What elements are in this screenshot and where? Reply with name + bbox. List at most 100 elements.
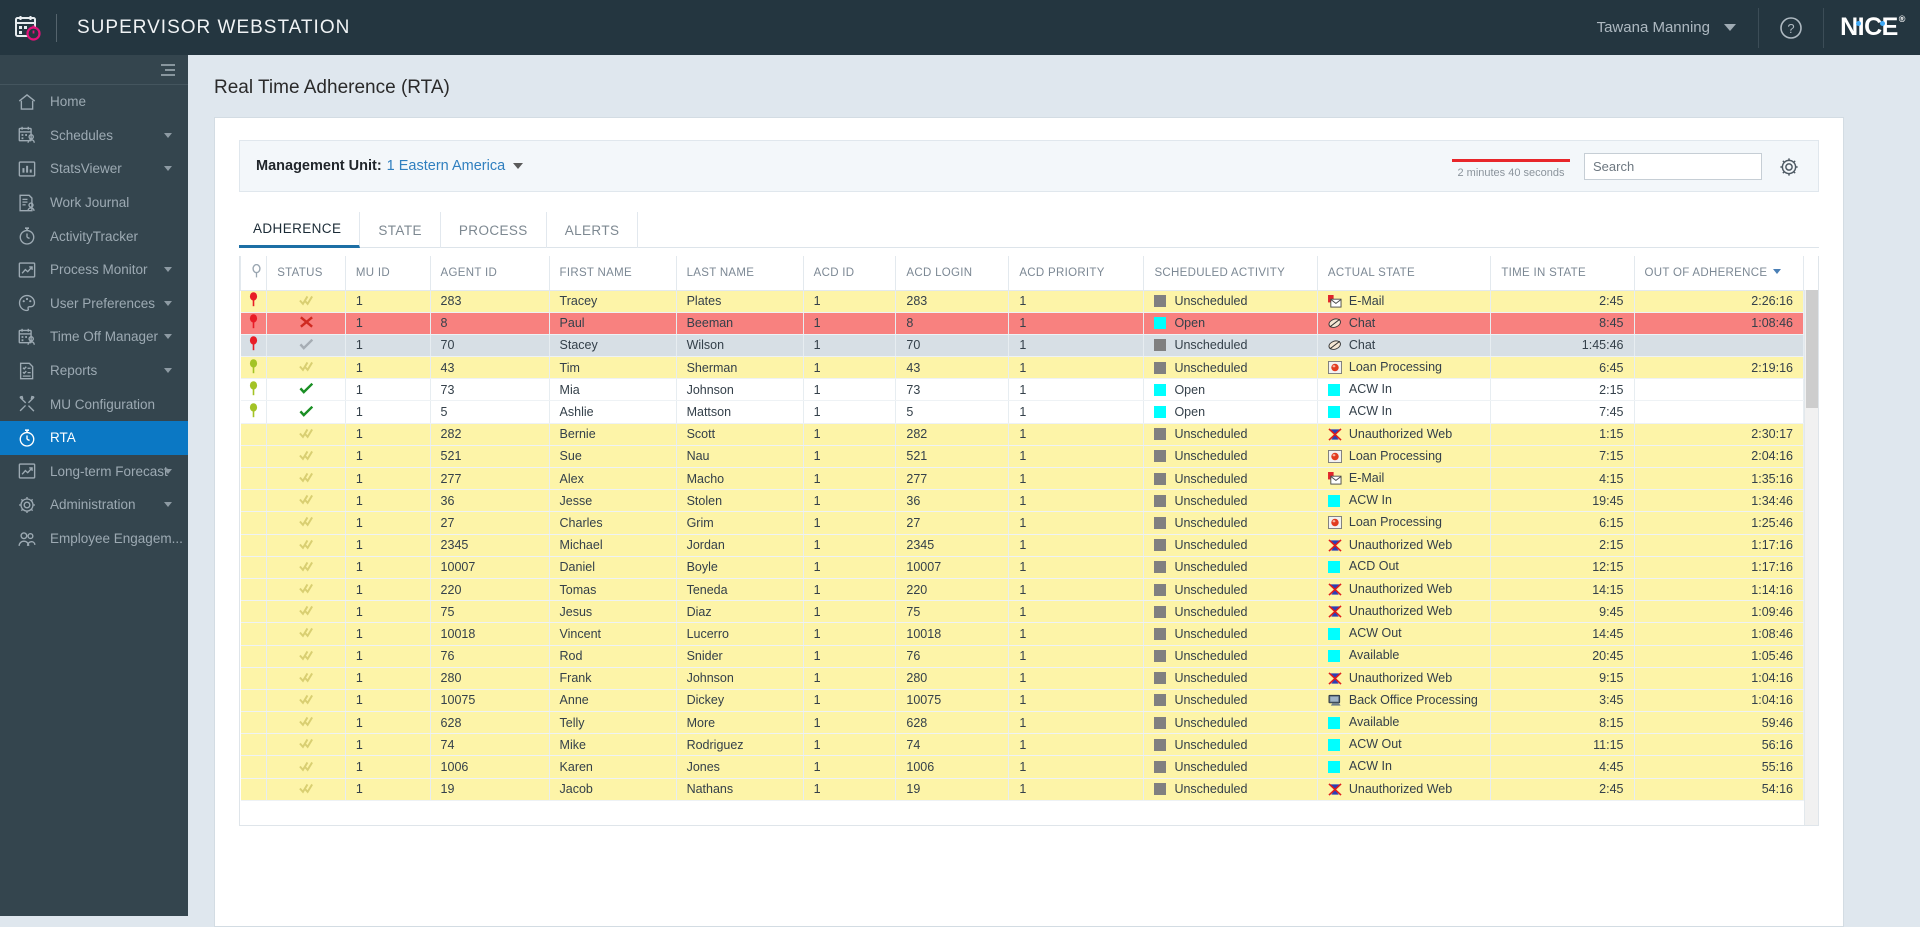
row-pin-cell[interactable] (240, 600, 268, 624)
management-unit-value[interactable]: 1 Eastern America (387, 158, 505, 174)
row-pin-cell[interactable] (240, 400, 268, 424)
caret-down-icon[interactable] (513, 163, 524, 169)
table-row[interactable]: 1 8 Paul Beeman 1 8 1 Open Chat 8:45 1:08:46 (240, 312, 1804, 335)
row-pin-cell[interactable] (240, 378, 268, 402)
sidebar-item-work-journal[interactable]: Work Journal (0, 186, 188, 220)
sidebar-item-employee-engagem[interactable]: Employee Engagem... (0, 522, 188, 556)
table-row[interactable]: 1 282 Bernie Scott 1 282 1 Unscheduled Unauthori… (240, 423, 1804, 446)
tab-adherence[interactable]: ADHERENCE (239, 212, 361, 248)
row-pin-cell[interactable] (240, 667, 268, 690)
chevron-down-icon[interactable] (164, 502, 172, 508)
sidebar-item-statsviewer[interactable]: StatsViewer (0, 152, 188, 186)
table-row[interactable]: 1 2345 Michael Jordan 1 2345 1 Unscheduled Unaut… (240, 534, 1804, 557)
column-header-time_in_state[interactable]: TIME IN STATE (1490, 256, 1635, 291)
settings-button[interactable] (1776, 154, 1802, 180)
chevron-down-icon[interactable] (164, 334, 172, 340)
table-row[interactable]: 1 74 Mike Rodriguez 1 74 1 Unscheduled ACW Out 11… (240, 733, 1804, 757)
user-menu[interactable]: Tawana Manning (1579, 0, 1758, 55)
sidebar-item-time-off-manager[interactable]: Time Off Manager (0, 320, 188, 354)
row-pin-cell[interactable] (240, 689, 268, 713)
tab-alerts[interactable]: ALERTS (547, 212, 639, 248)
row-pin-cell[interactable] (240, 356, 268, 380)
row-pin-cell[interactable] (240, 733, 268, 757)
column-header-acd_login[interactable]: ACD LOGIN (895, 256, 1010, 291)
search-input[interactable] (1584, 152, 1762, 180)
column-header-acd_id[interactable]: ACD ID (802, 256, 897, 291)
chevron-down-icon[interactable] (164, 300, 172, 306)
tab-state[interactable]: STATE (360, 212, 441, 248)
table-scrollbar-thumb[interactable] (1806, 290, 1818, 408)
sidebar-collapse-button[interactable] (0, 55, 188, 85)
row-pin-cell[interactable] (240, 645, 268, 668)
sidebar-item-activitytracker[interactable]: ActivityTracker (0, 219, 188, 253)
table-row[interactable]: 1 43 Tim Sherman 1 43 1 Unscheduled Loan Process… (240, 356, 1804, 380)
table-row[interactable]: 1 628 Telly More 1 628 1 Unscheduled Available 8:… (240, 711, 1804, 735)
column-header-mu_id[interactable]: MU ID (344, 256, 431, 291)
table-row[interactable]: 1 27 Charles Grim 1 27 1 Unscheduled Loan Proces… (240, 511, 1804, 535)
sidebar-item-administration[interactable]: Administration (0, 488, 188, 522)
row-pin-cell[interactable] (240, 778, 268, 801)
sidebar-item-long-term-forecast[interactable]: Long-term Forecast (0, 455, 188, 489)
row-pin-cell[interactable] (240, 312, 268, 335)
email-icon (1327, 294, 1342, 309)
column-header-pin[interactable] (240, 256, 268, 291)
scheduled-activity-swatch (1154, 406, 1167, 419)
table-row[interactable]: 1 76 Rod Snider 1 76 1 Unscheduled Available 20:4… (240, 645, 1804, 668)
column-header-actual_state[interactable]: ACTUAL STATE (1316, 256, 1492, 291)
chevron-down-icon[interactable] (164, 267, 172, 273)
row-pin-cell[interactable] (240, 467, 268, 491)
row-pin-cell[interactable] (240, 534, 268, 557)
sidebar-item-schedules[interactable]: Schedules (0, 119, 188, 153)
column-header-scheduled_activity[interactable]: SCHEDULED ACTIVITY (1143, 256, 1318, 291)
row-pin-cell[interactable] (240, 711, 268, 735)
row-pin-cell[interactable] (240, 334, 268, 358)
table-row[interactable]: 1 10018 Vincent Lucerro 1 10018 1 Unscheduled AC… (240, 622, 1804, 646)
row-pin-cell[interactable] (240, 622, 268, 646)
caret-down-icon[interactable] (1773, 268, 1782, 274)
chevron-down-icon[interactable] (164, 468, 172, 474)
chevron-down-icon[interactable] (164, 166, 172, 172)
sidebar-item-rta[interactable]: RTA (0, 420, 188, 455)
table-row[interactable]: 1 36 Jesse Stolen 1 36 1 Unscheduled ACW In 19:45… (240, 489, 1804, 513)
table-row[interactable]: 1 5 Ashlie Mattson 1 5 1 Open ACW In 7:45 (240, 400, 1804, 424)
table-row[interactable]: 1 10075 Anne Dickey 1 10075 1 Unscheduled Back O… (240, 689, 1804, 713)
chevron-down-icon[interactable] (164, 368, 172, 374)
row-pin-cell[interactable] (240, 755, 268, 779)
sidebar-item-reports[interactable]: Reports (0, 354, 188, 388)
sidebar-item-user-preferences[interactable]: User Preferences (0, 287, 188, 321)
column-header-agent_id[interactable]: AGENT ID (429, 256, 550, 291)
row-pin-cell[interactable] (240, 290, 268, 313)
sidebar-item-mu-configuration[interactable]: MU Configuration (0, 387, 188, 421)
sidebar-item-home[interactable]: Home (0, 85, 188, 119)
column-header-first_name[interactable]: FIRST NAME (548, 256, 677, 291)
help-button[interactable]: ? (1759, 0, 1823, 55)
column-header-out_of_adherence[interactable]: OUT OF ADHERENCE (1633, 256, 1804, 291)
row-pin-cell[interactable] (240, 578, 268, 602)
row-pin-cell[interactable] (240, 489, 268, 513)
table-row[interactable]: 1 283 Tracey Plates 1 283 1 Unscheduled E-Mail 2:… (240, 290, 1804, 313)
row-pin-cell[interactable] (240, 511, 268, 535)
table-row[interactable]: 1 277 Alex Macho 1 277 1 Unscheduled E-Mail 4:15 1… (240, 467, 1804, 491)
row-pin-cell[interactable] (240, 445, 268, 469)
table-row[interactable]: 1 10007 Daniel Boyle 1 10007 1 Unscheduled ACD O… (240, 556, 1804, 579)
table-row[interactable]: 1 73 Mia Johnson 1 73 1 Open ACW In 2:15 (240, 378, 1804, 402)
row-pin-cell[interactable] (240, 556, 268, 579)
actual-state-label: ACW In (1348, 492, 1392, 507)
table-row[interactable]: 1 521 Sue Nau 1 521 1 Unscheduled Loan Processin… (240, 445, 1804, 469)
sidebar-item-process-monitor[interactable]: Process Monitor (0, 253, 188, 287)
table-row[interactable]: 1 19 Jacob Nathans 1 19 1 Unscheduled Unauthoriz… (240, 778, 1804, 801)
actual-state-label: ACW In (1348, 404, 1392, 419)
status-ok-icon (299, 405, 314, 421)
table-row[interactable]: 1 1006 Karen Jones 1 1006 1 Unscheduled ACW In 4:… (240, 755, 1804, 779)
chevron-down-icon[interactable] (164, 132, 172, 138)
table-row[interactable]: 1 220 Tomas Teneda 1 220 1 Unscheduled Unauthori… (240, 578, 1804, 602)
table-vertical-scrollbar[interactable] (1804, 290, 1818, 825)
table-row[interactable]: 1 280 Frank Johnson 1 280 1 Unscheduled Unauthor… (240, 667, 1804, 690)
column-header-acd_priority[interactable]: ACD PRIORITY (1008, 256, 1145, 291)
row-pin-cell[interactable] (240, 423, 268, 446)
column-header-status[interactable]: STATUS (266, 256, 346, 291)
column-header-last_name[interactable]: LAST NAME (675, 256, 804, 291)
table-row[interactable]: 1 75 Jesus Diaz 1 75 1 Unscheduled Unauthorized … (240, 600, 1804, 624)
tab-process[interactable]: PROCESS (441, 212, 547, 248)
table-row[interactable]: 1 70 Stacey Wilson 1 70 1 Unscheduled Chat 1:45:4… (240, 334, 1804, 358)
